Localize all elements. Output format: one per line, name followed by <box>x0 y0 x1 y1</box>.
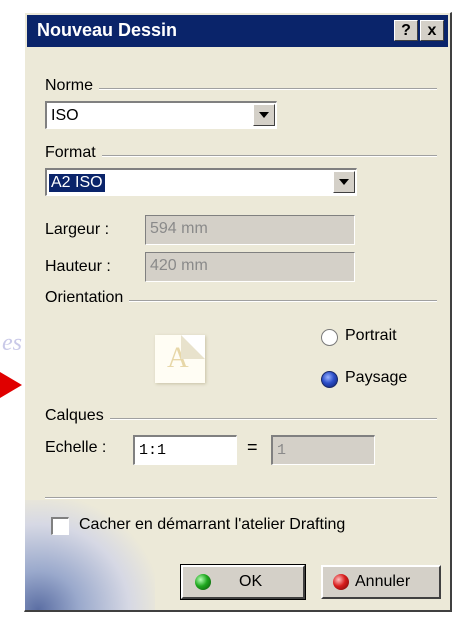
equals-sign: = <box>247 437 258 457</box>
chevron-down-icon[interactable] <box>253 104 275 126</box>
hauteur-field: 420 mm <box>145 252 355 282</box>
orientation-group-label: Orientation <box>45 289 130 307</box>
ok-green-dot-icon <box>195 574 211 590</box>
window-title: Nouveau Dessin <box>37 20 178 40</box>
scale-result-field: 1 <box>271 435 375 465</box>
hide-on-start-label[interactable]: Cacher en démarrant l'atelier Drafting <box>79 516 345 534</box>
portrait-radio[interactable] <box>321 329 338 346</box>
preview-letter: A <box>167 341 189 374</box>
echelle-input[interactable]: 1:1 <box>133 435 237 465</box>
norme-group-label: Norme <box>45 77 100 95</box>
hauteur-label: Hauteur : <box>45 258 111 275</box>
paysage-radio[interactable] <box>321 371 338 388</box>
background-text-fragment: es <box>2 330 22 356</box>
largeur-field: 594 mm <box>145 215 355 245</box>
help-button[interactable]: ? <box>394 20 418 41</box>
echelle-label: Echelle : <box>45 439 107 456</box>
separator-line <box>45 497 437 499</box>
ok-button[interactable]: OK <box>180 564 306 600</box>
nouveau-dessin-dialog: Nouveau Dessin ? x Norme ISO Format A2 I… <box>24 12 452 612</box>
title-bar: Nouveau Dessin ? x <box>27 15 448 47</box>
format-group-label: Format <box>45 144 102 162</box>
close-button[interactable]: x <box>420 20 444 41</box>
portrait-label[interactable]: Portrait <box>345 327 397 345</box>
calques-group-label: Calques <box>45 407 110 425</box>
norme-selected-value: ISO <box>51 107 79 124</box>
largeur-label: Largeur : <box>45 221 110 238</box>
paysage-label[interactable]: Paysage <box>345 369 407 387</box>
norme-dropdown[interactable]: ISO <box>45 101 277 129</box>
cancel-red-dot-icon <box>333 574 349 590</box>
page-orientation-preview-icon: A <box>155 335 205 383</box>
annuler-button[interactable]: Annuler <box>321 565 441 599</box>
chevron-down-icon[interactable] <box>333 171 355 193</box>
red-arrow-pointer <box>0 372 22 398</box>
ok-button-label: OK <box>239 573 263 590</box>
annuler-button-label: Annuler <box>355 573 411 590</box>
format-group-line <box>45 155 437 157</box>
norme-group-line <box>45 88 437 90</box>
hide-on-start-checkbox[interactable] <box>51 517 69 535</box>
format-selected-value: A2 ISO <box>49 174 105 192</box>
format-dropdown[interactable]: A2 ISO <box>45 168 357 196</box>
